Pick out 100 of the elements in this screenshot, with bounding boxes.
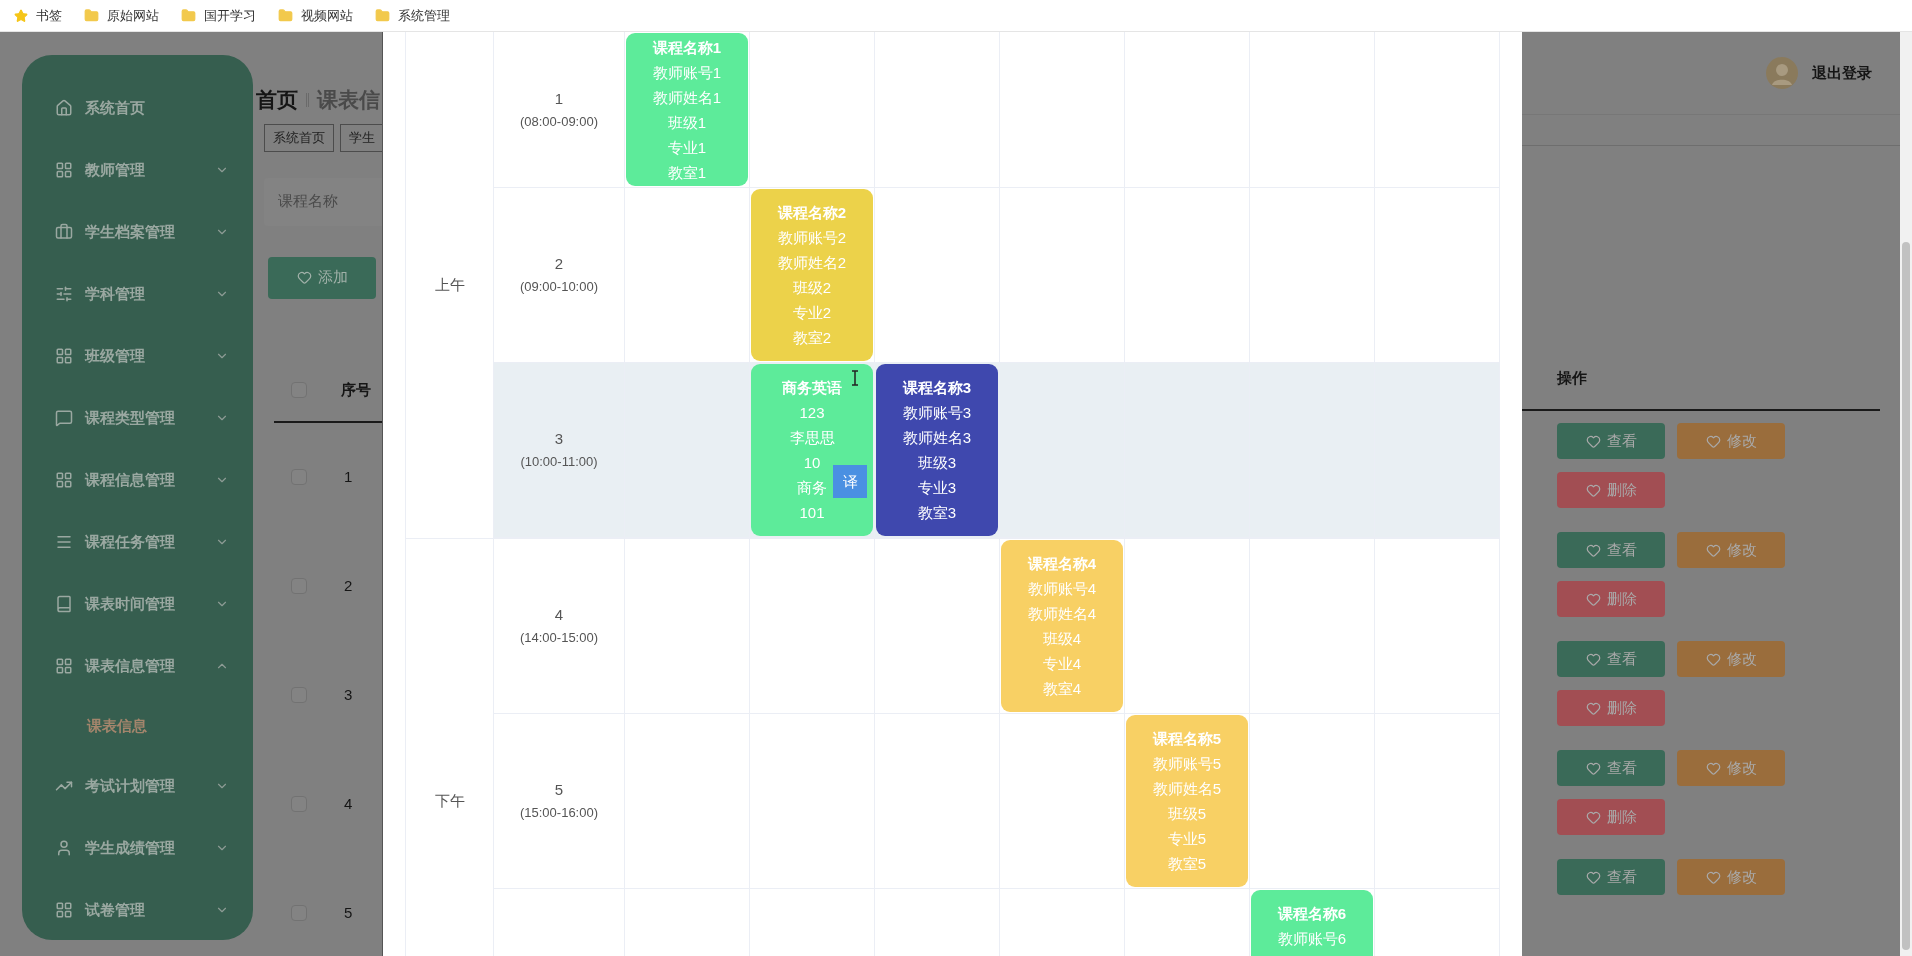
bookmark[interactable]: 书签 xyxy=(14,5,62,26)
sidebar-item[interactable]: 学科管理 xyxy=(22,263,253,325)
course-name: 课程名称6 xyxy=(1277,904,1347,924)
course-detail: 教师账号5 xyxy=(1152,754,1222,774)
grid-icon xyxy=(55,471,73,489)
sidebar-item[interactable]: 课程任务管理 xyxy=(22,511,253,573)
view-button[interactable]: 查看 xyxy=(1557,859,1665,895)
translate-popup[interactable]: 译 xyxy=(833,465,867,498)
sliders-icon xyxy=(55,285,73,303)
bookmark[interactable]: 国开学习 xyxy=(181,5,256,26)
heart-icon xyxy=(1705,542,1721,558)
course-card[interactable]: 课程名称1 教师账号1 教师姓名1 班级1 专业1 教室1 xyxy=(626,33,748,186)
text-cursor-icon xyxy=(851,370,859,386)
page-tag[interactable]: 系统首页 xyxy=(264,123,334,152)
course-detail: 教师账号6 xyxy=(1277,929,1347,949)
sidebar-item[interactable]: 学生成绩管理 xyxy=(22,817,253,879)
scrollbar[interactable] xyxy=(1900,32,1912,956)
course-detail: 专业2 xyxy=(792,303,832,323)
course-detail: 班级4 xyxy=(1042,629,1082,649)
home-icon xyxy=(55,99,73,117)
sidebar-item[interactable]: 课表时间管理 xyxy=(22,573,253,635)
avatar xyxy=(1766,56,1798,89)
course-name: 商务英语 xyxy=(782,378,842,398)
delete-button[interactable]: 删除 xyxy=(1557,581,1665,617)
heart-icon xyxy=(1585,760,1601,776)
view-button[interactable]: 查看 xyxy=(1557,423,1665,459)
course-detail: 专业5 xyxy=(1167,829,1207,849)
course-detail: 班级3 xyxy=(917,453,957,473)
heart-icon xyxy=(1585,591,1601,607)
slot-number: 5 xyxy=(554,780,564,800)
sidebar-item[interactable]: 教师管理 xyxy=(22,139,253,201)
course-detail: 教师账号3 xyxy=(902,403,972,423)
course-card[interactable]: 课程名称2 教师账号2 教师姓名2 班级2 专业2 教室2 xyxy=(751,189,873,361)
delete-button[interactable]: 删除 xyxy=(1557,799,1665,835)
sidebar-item[interactable]: 课程类型管理 xyxy=(22,387,253,449)
folder-icon xyxy=(375,8,390,23)
breadcrumb-home[interactable]: 首页 xyxy=(256,84,298,116)
bookmark[interactable]: 系统管理 xyxy=(375,5,450,26)
sidebar-item[interactable]: 课表信息管理 xyxy=(22,635,253,697)
sidebar-item[interactable]: 试卷管理 xyxy=(22,879,253,940)
book-icon xyxy=(55,595,73,613)
course-detail: 教师账号4 xyxy=(1027,579,1097,599)
course-detail: 李思思 xyxy=(789,428,835,448)
search-field[interactable]: 课程名称 xyxy=(278,190,378,213)
view-button[interactable]: 查看 xyxy=(1557,750,1665,786)
grid-icon xyxy=(55,901,73,919)
course-name: 课程名称2 xyxy=(777,203,847,223)
edit-button[interactable]: 修改 xyxy=(1677,750,1785,786)
grid-icon xyxy=(55,657,73,675)
course-detail: 教师姓名2 xyxy=(777,253,847,273)
course-detail: 教师姓名1 xyxy=(652,88,722,108)
heart-icon xyxy=(1705,869,1721,885)
course-card[interactable]: 商务英语 123 李思思 10 商务 101 译 xyxy=(751,364,873,536)
course-name: 课程名称5 xyxy=(1152,729,1222,749)
period-label: 上午 xyxy=(434,274,465,295)
course-detail: 教室3 xyxy=(917,503,957,523)
course-card[interactable]: 课程名称3 教师账号3 教师姓名3 班级3 专业3 教室3 xyxy=(876,364,998,536)
sidebar-item[interactable]: 考试计划管理 xyxy=(22,755,253,817)
delete-button[interactable]: 删除 xyxy=(1557,690,1665,726)
slot-number: 1 xyxy=(554,88,564,109)
table-cell-text: 3 xyxy=(344,684,353,705)
add-button[interactable]: 添加 xyxy=(268,256,376,299)
sidebar-item[interactable]: 课程信息管理 xyxy=(22,449,253,511)
slot-time: (14:00-15:00) xyxy=(519,629,599,647)
sidebar-item[interactable]: 学生档案管理 xyxy=(22,201,253,263)
grid-icon xyxy=(55,347,73,365)
sidebar-subitem[interactable]: 课表信息 xyxy=(22,697,253,755)
bookmark[interactable]: 视频网站 xyxy=(278,5,353,26)
course-detail: 10 xyxy=(803,453,821,473)
view-button[interactable]: 查看 xyxy=(1557,532,1665,568)
view-button[interactable]: 查看 xyxy=(1557,641,1665,677)
bookmark[interactable]: 原始网站 xyxy=(84,5,159,26)
slot-time: (09:00-10:00) xyxy=(519,278,599,296)
edit-button[interactable]: 修改 xyxy=(1677,641,1785,677)
course-detail: 班级1 xyxy=(667,113,707,133)
course-card[interactable]: 课程名称6 教师账号6 xyxy=(1251,890,1373,956)
slot-number: 2 xyxy=(554,254,564,274)
course-detail: 商务 xyxy=(797,478,827,498)
course-detail: 教室5 xyxy=(1167,854,1207,874)
briefcase-icon xyxy=(55,223,73,241)
column-header: 操作 xyxy=(1557,368,1587,389)
edit-button[interactable]: 修改 xyxy=(1677,532,1785,568)
course-detail: 教师姓名5 xyxy=(1152,779,1222,799)
edit-button[interactable]: 修改 xyxy=(1677,859,1785,895)
slot-time: (15:00-16:00) xyxy=(519,804,599,822)
course-detail: 教室4 xyxy=(1042,679,1082,699)
logout-button[interactable]: 退出登录 xyxy=(1812,61,1872,85)
heart-icon xyxy=(1585,433,1601,449)
heart-icon xyxy=(1705,651,1721,667)
slot-time: (10:00-11:00) xyxy=(520,453,598,471)
heart-icon xyxy=(1585,542,1601,558)
sidebar-item[interactable]: 班级管理 xyxy=(22,325,253,387)
table-cell-text: 4 xyxy=(344,793,353,814)
course-name: 课程名称1 xyxy=(652,38,722,58)
sidebar-item[interactable]: 系统首页 xyxy=(22,77,253,139)
grid-icon xyxy=(55,161,73,179)
edit-button[interactable]: 修改 xyxy=(1677,423,1785,459)
heart-icon xyxy=(296,270,312,285)
delete-button[interactable]: 删除 xyxy=(1557,472,1665,508)
table-cell-text: 5 xyxy=(344,902,353,923)
